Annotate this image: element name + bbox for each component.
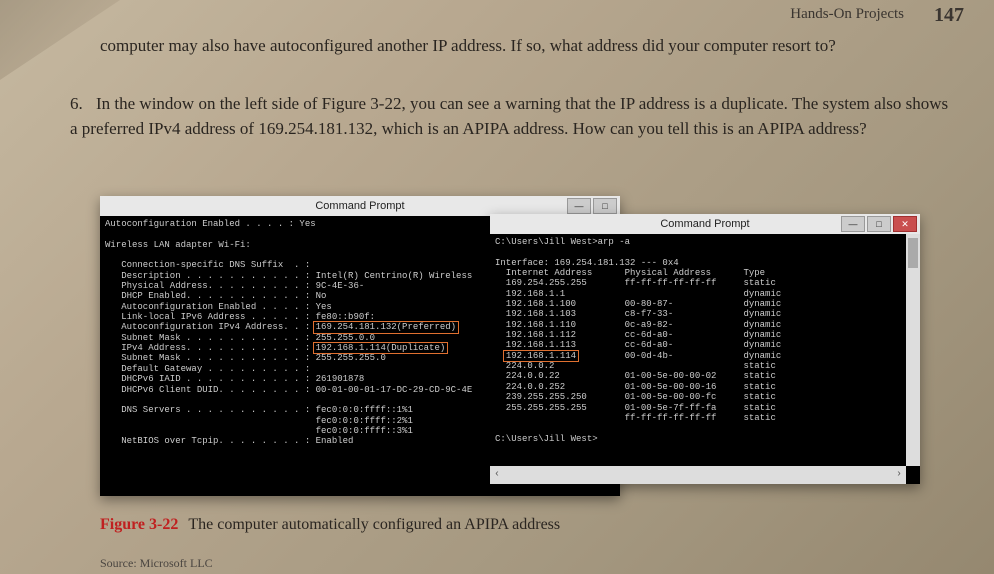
- minimize-button[interactable]: —: [841, 216, 865, 232]
- right-out-b: 00-0d-4b- dynamic 224.0.0.2 static 224.0…: [495, 351, 781, 444]
- vertical-scrollbar[interactable]: [906, 234, 920, 466]
- maximize-button[interactable]: □: [867, 216, 891, 232]
- textbook-page: Hands-On Projects 147 computer may also …: [0, 0, 994, 574]
- section-header: Hands-On Projects: [790, 6, 904, 23]
- scroll-left-icon[interactable]: ‹: [494, 469, 500, 481]
- figure-caption-text: The computer automatically configured an…: [188, 516, 560, 533]
- right-terminal-output: C:\Users\Jill West>arp -a Interface: 169…: [490, 234, 920, 447]
- left-out-bot: Subnet Mask . . . . . . . . . . . : 255.…: [105, 353, 472, 446]
- left-window-title: Command Prompt: [315, 200, 404, 213]
- figure-number: Figure 3-22: [100, 516, 178, 533]
- left-titlebar[interactable]: Command Prompt — □: [100, 196, 620, 216]
- right-cmd: C:\Users\Jill West>arp -a: [495, 237, 630, 247]
- figure-3-22: Command Prompt — □ Autoconfiguration Ena…: [100, 196, 930, 506]
- item-text: In the window on the left side of Figure…: [70, 94, 948, 138]
- horizontal-scrollbar[interactable]: ‹ ›: [490, 466, 906, 484]
- right-out-a: Interface: 169.254.181.132 --- 0x4 Inter…: [495, 258, 781, 361]
- right-window-title: Command Prompt: [660, 218, 749, 231]
- maximize-button[interactable]: □: [593, 198, 617, 214]
- scroll-right-icon[interactable]: ›: [896, 469, 902, 481]
- close-button[interactable]: ✕: [893, 216, 917, 232]
- figure-source: Source: Microsoft LLC: [100, 556, 213, 571]
- right-command-prompt-window: Command Prompt — □ ✕ C:\Users\Jill West>…: [490, 214, 920, 484]
- left-out-top: Autoconfiguration Enabled . . . . : Yes …: [105, 219, 472, 332]
- minimize-button[interactable]: —: [567, 198, 591, 214]
- item-number: 6.: [70, 92, 96, 117]
- figure-caption: Figure 3-22 The computer automatically co…: [100, 516, 560, 534]
- scroll-thumb[interactable]: [908, 238, 918, 268]
- intro-text: computer may also have autoconfigured an…: [100, 34, 954, 58]
- right-titlebar[interactable]: Command Prompt — □ ✕: [490, 214, 920, 234]
- question-6: 6.In the window on the left side of Figu…: [70, 92, 954, 141]
- intro-paragraph: computer may also have autoconfigured an…: [100, 34, 954, 68]
- page-number: 147: [934, 4, 964, 27]
